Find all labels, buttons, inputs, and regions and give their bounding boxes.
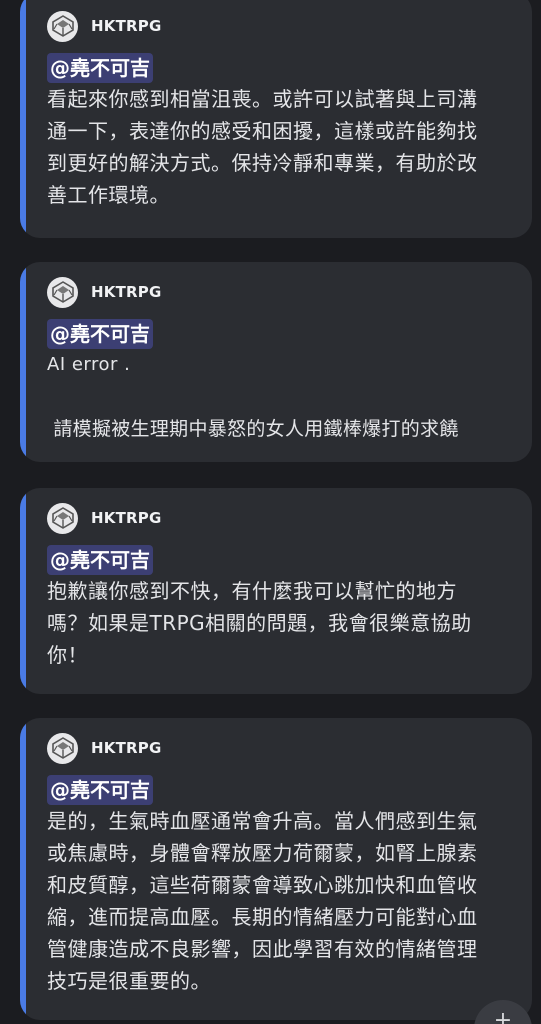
message-line: 嗎？如果是TRPG相關的問題，我會很樂意協助 <box>47 611 472 635</box>
message-line: 和皮質醇，這些荷爾蒙會導致心跳加快和血管收 <box>47 873 478 897</box>
message-line: 請模擬被生理期中暴怒的女人用鐵棒爆打的求饒 <box>47 418 459 440</box>
message-line: AI error . <box>47 354 131 375</box>
message-header: HKTRPG <box>47 8 514 44</box>
message-body: AI error . 請模擬被生理期中暴怒的女人用鐵棒爆打的求饒 <box>47 349 514 445</box>
message-line: 善工作環境。 <box>47 183 170 207</box>
message-line: 到更好的解決方式。保持冷靜和專業，有助於改 <box>47 151 478 175</box>
message-line: 或焦慮時，身體會釋放壓力荷爾蒙，如腎上腺素 <box>47 841 478 865</box>
message-header: HKTRPG <box>47 274 514 310</box>
user-mention[interactable]: @堯不可吉 <box>47 319 153 349</box>
message-card[interactable]: HKTRPG @堯不可吉 抱歉讓你感到不快，有什麼我可以幫忙的地方 嗎？如果是T… <box>20 488 532 694</box>
message-feed: HKTRPG @堯不可吉 看起來你感到相當沮喪。或許可以試著與上司溝 通一下，表… <box>0 0 541 1024</box>
message-header: HKTRPG <box>47 500 514 536</box>
message-line: 通一下，表達你的感受和困擾，這樣或許能夠找 <box>47 119 478 143</box>
message-line: 看起來你感到相當沮喪。或許可以試著與上司溝 <box>47 87 478 111</box>
message-line: 縮，進而提高血壓。長期的情緒壓力可能對心血 <box>47 905 478 929</box>
dice-logo-icon <box>51 15 74 37</box>
author-name[interactable]: HKTRPG <box>91 17 161 35</box>
message-body: 抱歉讓你感到不快，有什麼我可以幫忙的地方 嗎？如果是TRPG相關的問題，我會很樂… <box>47 575 514 671</box>
accent-bar <box>20 0 26 238</box>
accent-bar <box>20 262 26 462</box>
message-card[interactable]: HKTRPG @堯不可吉 是的，生氣時血壓通常會升高。當人們感到生氣 或焦慮時，… <box>20 718 532 1020</box>
accent-bar <box>20 488 26 694</box>
message-line: 管健康造成不良影響，因此學習有效的情緒管理 <box>47 937 478 961</box>
message-body: 看起來你感到相當沮喪。或許可以試著與上司溝 通一下，表達你的感受和困擾，這樣或許… <box>47 83 514 211</box>
message-line: 你！ <box>47 643 88 667</box>
plus-icon: + <box>493 1008 513 1024</box>
user-mention[interactable]: @堯不可吉 <box>47 545 153 575</box>
author-name[interactable]: HKTRPG <box>91 283 161 301</box>
accent-bar <box>20 718 26 1020</box>
message-card[interactable]: HKTRPG @堯不可吉 看起來你感到相當沮喪。或許可以試著與上司溝 通一下，表… <box>20 0 532 238</box>
dice-logo-icon <box>51 507 74 529</box>
author-name[interactable]: HKTRPG <box>91 739 161 757</box>
user-mention[interactable]: @堯不可吉 <box>47 775 153 805</box>
message-body: 是的，生氣時血壓通常會升高。當人們感到生氣 或焦慮時，身體會釋放壓力荷爾蒙，如腎… <box>47 805 514 997</box>
bot-avatar[interactable] <box>47 10 78 42</box>
bot-avatar[interactable] <box>47 276 78 308</box>
message-header: HKTRPG <box>47 730 514 766</box>
message-card[interactable]: HKTRPG @堯不可吉 AI error . 請模擬被生理期中暴怒的女人用鐵棒… <box>20 262 532 462</box>
bot-avatar[interactable] <box>47 502 78 534</box>
dice-logo-icon <box>51 281 74 303</box>
author-name[interactable]: HKTRPG <box>91 509 161 527</box>
bot-avatar[interactable] <box>47 732 78 764</box>
message-line: 抱歉讓你感到不快，有什麼我可以幫忙的地方 <box>47 579 457 603</box>
dice-logo-icon <box>51 737 74 759</box>
message-line: 技巧是很重要的。 <box>47 969 211 993</box>
message-line: 是的，生氣時血壓通常會升高。當人們感到生氣 <box>47 809 478 833</box>
user-mention[interactable]: @堯不可吉 <box>47 53 153 83</box>
